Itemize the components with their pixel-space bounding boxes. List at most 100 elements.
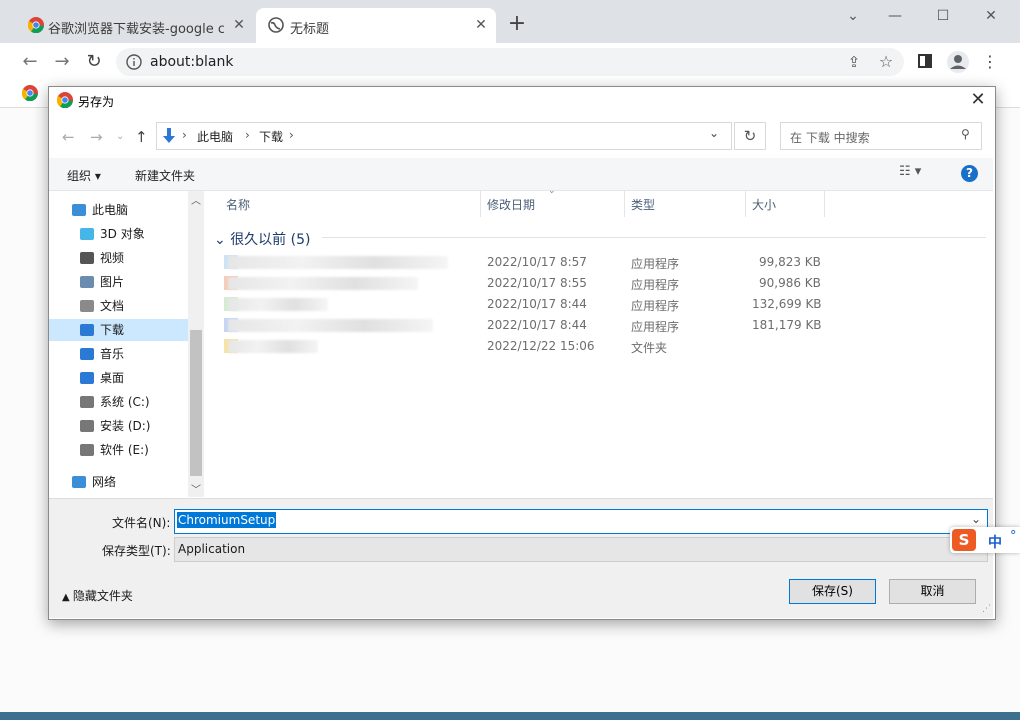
- nav-label: 图片: [100, 275, 125, 289]
- nav-label: 音乐: [100, 347, 125, 361]
- sort-chevron-icon: ⌄: [548, 186, 556, 196]
- window-close-button[interactable]: ✕: [976, 6, 1006, 28]
- nav-item-drive-d[interactable]: 安装 (D:): [80, 415, 150, 437]
- new-tab-button[interactable]: +: [504, 12, 530, 38]
- column-size[interactable]: 大小: [752, 196, 776, 213]
- filetype-value: Application: [178, 542, 246, 556]
- breadcrumb-separator-icon: ›: [182, 128, 187, 142]
- group-label: 很久以前 (5): [230, 232, 311, 248]
- back-arrow-icon[interactable]: ←: [18, 50, 42, 74]
- nav-item-drive-c[interactable]: 系统 (C:): [80, 391, 150, 413]
- column-separator: [480, 191, 481, 217]
- nav-item-music[interactable]: 音乐: [80, 343, 124, 365]
- view-options-icon[interactable]: ☷ ▾: [899, 164, 921, 179]
- video-icon: [80, 252, 94, 264]
- column-name[interactable]: 名称: [226, 196, 250, 213]
- dialog-close-icon[interactable]: ✕: [966, 88, 990, 112]
- filename-dropdown-chevron-icon[interactable]: ⌄: [971, 512, 981, 526]
- desktop-icon: [80, 372, 94, 384]
- nav-item-desktop[interactable]: 桌面: [80, 367, 124, 389]
- file-type: 应用程序: [631, 257, 680, 271]
- scroll-up-icon[interactable]: ︿: [191, 192, 201, 207]
- filetype-label: 保存类型(T):: [102, 544, 171, 558]
- menu-dots-icon[interactable]: ⋮: [978, 50, 1002, 74]
- download-icon: [163, 128, 175, 143]
- group-header[interactable]: ⌄ 很久以前 (5): [214, 229, 310, 249]
- nav-item-network[interactable]: 网络: [72, 471, 116, 493]
- tab-chrome-download[interactable]: 谷歌浏览器下载安装-google chrome ✕: [14, 8, 252, 43]
- up-arrow-icon[interactable]: ↑: [135, 128, 148, 146]
- breadcrumb-this-pc[interactable]: 此电脑: [197, 128, 233, 145]
- resize-grip-icon[interactable]: ⋰: [982, 604, 991, 614]
- nav-item-documents[interactable]: 文档: [80, 295, 124, 317]
- column-type[interactable]: 类型: [631, 196, 655, 213]
- nav-item-drive-e[interactable]: 软件 (E:): [80, 439, 149, 461]
- blurred-filename: [228, 298, 328, 311]
- sogou-logo-icon: S: [952, 529, 976, 551]
- reload-icon[interactable]: ↻: [82, 50, 106, 74]
- nav-item-this-pc[interactable]: 此电脑: [72, 199, 128, 221]
- file-type: 文件夹: [631, 341, 668, 355]
- info-icon[interactable]: [125, 53, 143, 71]
- file-date: 2022/10/17 8:57: [487, 255, 587, 269]
- forward-arrow-icon[interactable]: →: [90, 128, 103, 146]
- back-arrow-icon[interactable]: ←: [62, 128, 75, 146]
- breadcrumb-downloads[interactable]: 下载: [259, 128, 283, 145]
- column-separator: [745, 191, 746, 217]
- command-bar: 组织 ▾ 新建文件夹 ☷ ▾ ?: [49, 158, 993, 191]
- star-icon[interactable]: ☆: [874, 50, 898, 74]
- organize-button[interactable]: 组织 ▾: [67, 167, 101, 184]
- file-row[interactable]: 2022/12/22 15:06 文件夹: [220, 337, 820, 357]
- collapse-chevron-icon: ⌄: [214, 232, 231, 248]
- share-icon[interactable]: ⇪: [842, 50, 866, 74]
- filetype-select[interactable]: [174, 537, 988, 562]
- column-separator: [624, 191, 625, 217]
- file-size: 90,986 KB: [759, 276, 821, 290]
- blurred-filename: [228, 277, 418, 290]
- profile-avatar-icon[interactable]: [946, 50, 970, 74]
- forward-arrow-icon[interactable]: →: [50, 50, 74, 74]
- file-type: 应用程序: [631, 320, 680, 334]
- file-row[interactable]: 2022/10/17 8:55 应用程序 90,986 KB: [220, 274, 821, 294]
- tab-untitled[interactable]: 无标题 ✕: [256, 8, 496, 43]
- chrome-icon[interactable]: [22, 85, 38, 101]
- chrome-icon: [28, 17, 44, 33]
- music-icon: [80, 348, 94, 360]
- file-row[interactable]: 2022/10/17 8:44 应用程序 132,699 KB: [220, 295, 822, 315]
- nav-scrollbar-thumb[interactable]: [190, 330, 202, 476]
- column-date[interactable]: 修改日期: [487, 196, 535, 213]
- side-panel-icon[interactable]: [918, 54, 932, 68]
- ime-punctuation-icon: °: [1010, 529, 1017, 544]
- file-row[interactable]: 2022/10/17 8:44 应用程序 181,179 KB: [220, 316, 822, 336]
- filename-input[interactable]: ⌄: [174, 509, 988, 534]
- maximize-button[interactable]: ☐: [928, 6, 958, 28]
- path-dropdown-chevron-icon[interactable]: ⌄: [709, 126, 719, 140]
- hide-folders-toggle[interactable]: ▲ 隐藏文件夹: [62, 587, 133, 604]
- nav-label: 此电脑: [92, 203, 129, 217]
- close-icon[interactable]: ✕: [472, 16, 490, 34]
- document-icon: [80, 300, 94, 312]
- scroll-down-icon[interactable]: ﹀: [191, 481, 201, 496]
- address-bar[interactable]: [116, 48, 904, 76]
- close-icon[interactable]: ✕: [230, 16, 248, 34]
- network-icon: [72, 476, 86, 488]
- tab-search-chevron-icon[interactable]: ⌄: [838, 6, 868, 28]
- file-size: 181,179 KB: [752, 318, 822, 332]
- help-icon[interactable]: ?: [961, 165, 978, 182]
- nav-item-downloads[interactable]: 下载: [80, 319, 124, 341]
- nav-item-pictures[interactable]: 图片: [80, 271, 124, 293]
- ime-toolbar[interactable]: S 中 °: [950, 527, 1020, 553]
- save-button[interactable]: 保存(S): [789, 579, 876, 604]
- group-divider: [322, 237, 986, 238]
- nav-item-3d-objects[interactable]: 3D 对象: [80, 223, 145, 245]
- folder-path-bar[interactable]: › 此电脑 › 下载 › ⌄: [156, 122, 732, 150]
- cancel-button[interactable]: 取消: [889, 579, 976, 604]
- minimize-button[interactable]: —: [880, 6, 910, 28]
- new-folder-button[interactable]: 新建文件夹: [135, 167, 195, 184]
- file-row[interactable]: 2022/10/17 8:57 应用程序 99,823 KB: [220, 253, 821, 273]
- dialog-title: 另存为: [78, 95, 115, 109]
- refresh-icon[interactable]: ↻: [734, 122, 766, 150]
- file-size: 132,699 KB: [752, 297, 822, 311]
- recent-chevron-icon[interactable]: ⌄: [116, 131, 124, 142]
- nav-item-videos[interactable]: 视频: [80, 247, 124, 269]
